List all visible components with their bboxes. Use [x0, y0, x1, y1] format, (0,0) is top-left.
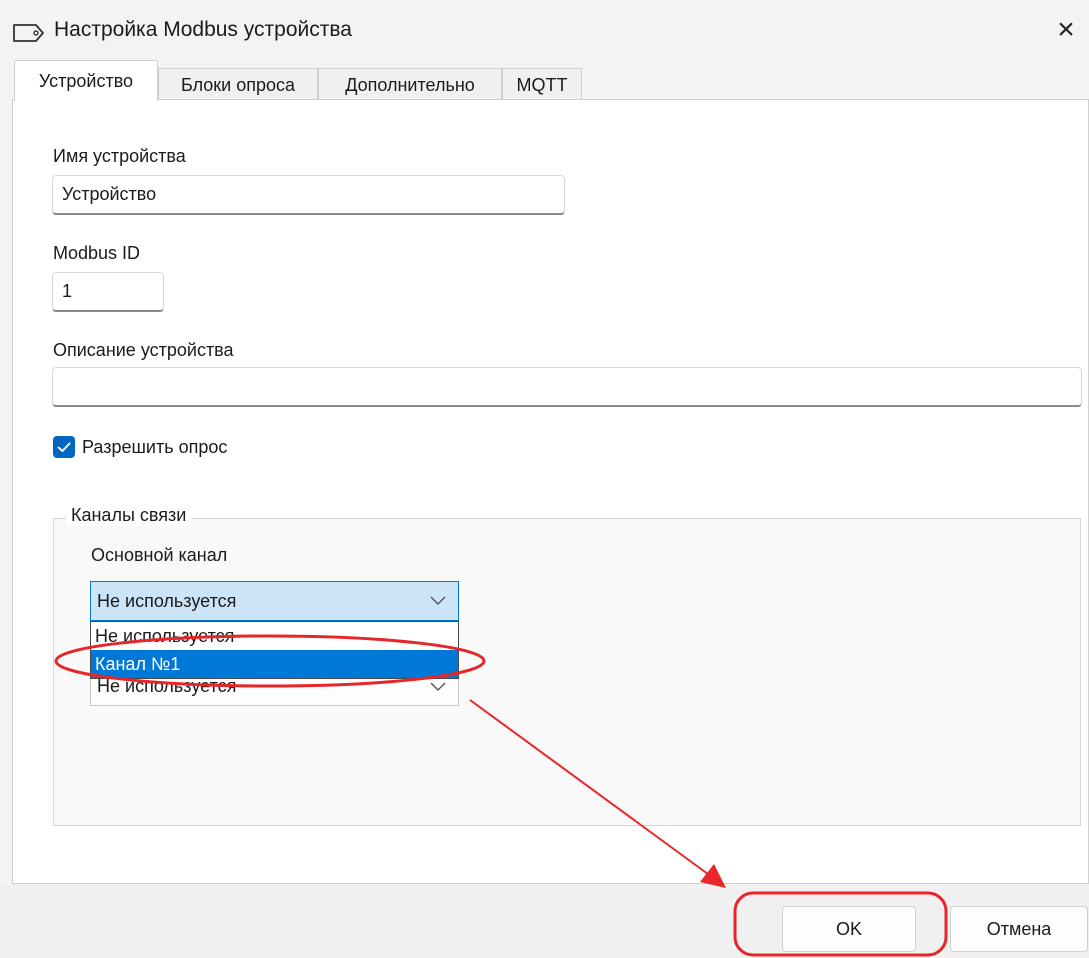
- main-channel-value: Не используется: [97, 591, 237, 611]
- description-label: Описание устройства: [53, 340, 234, 360]
- description-field[interactable]: [52, 367, 1082, 407]
- cancel-button[interactable]: Отмена: [950, 906, 1088, 952]
- secondary-channel-value: Не используется: [97, 676, 237, 696]
- modbus-id-field[interactable]: 1: [52, 272, 164, 312]
- tab-mqtt[interactable]: MQTT: [502, 68, 582, 100]
- dropdown-option-not-used[interactable]: Не используется: [91, 622, 458, 650]
- tab-advanced[interactable]: Дополнительно: [318, 68, 502, 100]
- device-name-field[interactable]: Устройство: [52, 175, 565, 215]
- title-bar: Настройка Modbus устройства ×: [0, 0, 1089, 62]
- chevron-down-icon: [430, 682, 446, 691]
- main-channel-select[interactable]: Не используется: [90, 581, 459, 621]
- main-channel-label: Основной канал: [91, 545, 228, 565]
- channels-group-title: Каналы связи: [66, 505, 192, 526]
- close-button[interactable]: ×: [1043, 10, 1089, 50]
- dialog-footer: [0, 884, 1089, 958]
- chevron-down-icon: [430, 596, 446, 605]
- tab-poll-blocks[interactable]: Блоки опроса: [158, 68, 318, 100]
- window-title: Настройка Modbus устройства: [54, 18, 352, 41]
- enable-polling-checkbox[interactable]: [53, 436, 75, 458]
- enable-polling-label: Разрешить опрос: [82, 437, 228, 457]
- main-channel-dropdown-list: Не используется Канал №1: [90, 621, 459, 679]
- tab-device[interactable]: Устройство: [14, 60, 158, 101]
- tag-icon: [12, 22, 46, 49]
- modbus-id-label: Modbus ID: [53, 243, 141, 263]
- device-name-label: Имя устройства: [53, 146, 186, 166]
- checkmark-icon: [57, 442, 71, 452]
- ok-button[interactable]: OK: [782, 906, 916, 952]
- dropdown-option-channel-1[interactable]: Канал №1: [91, 650, 458, 678]
